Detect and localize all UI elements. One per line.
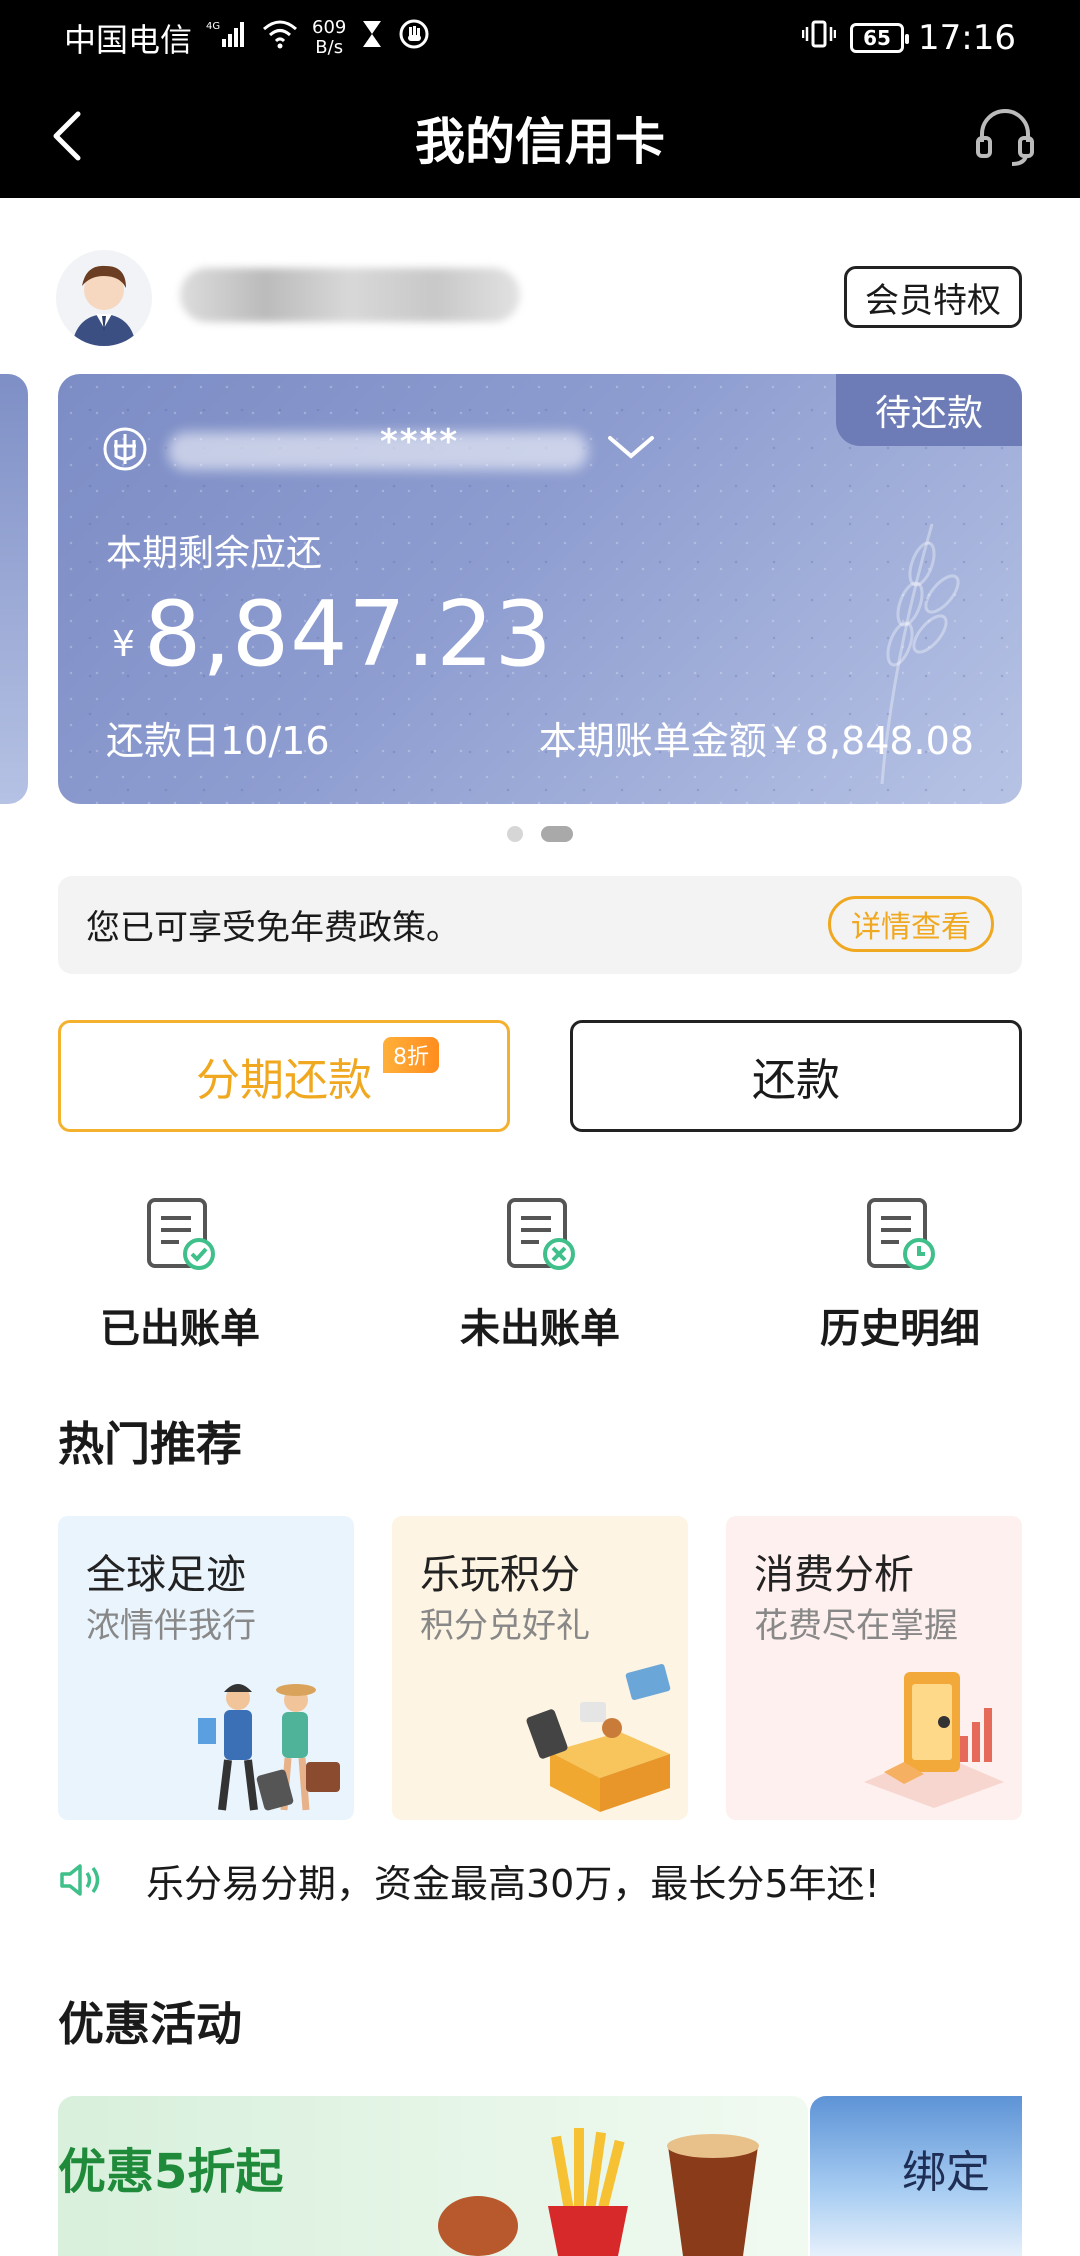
- hand-icon: [398, 18, 430, 58]
- due-date: 还款日10/16: [106, 719, 330, 763]
- banner-title: 优惠5折起: [58, 2144, 284, 2200]
- remaining-due-label: 本期剩余应还: [106, 533, 323, 574]
- carousel-dot: [507, 826, 523, 842]
- clock: 17:16: [918, 18, 1016, 58]
- ticker-text: 乐分易分期，资金最高30万，最长分5年还!: [146, 1861, 880, 1906]
- promo-title: 消费分析: [754, 1552, 914, 1598]
- previous-card-peek[interactable]: [0, 374, 28, 804]
- card-name-redacted: [168, 432, 588, 470]
- gift-box-illustration-icon: [526, 1663, 671, 1812]
- carousel-dot-active: [541, 826, 573, 842]
- promo-card-global-footprint[interactable]: 全球足迹 浓情伴我行: [58, 1516, 354, 1820]
- annual-fee-notice: 您已可享受免年费政策。 详情查看: [58, 876, 1022, 974]
- promo-card-points[interactable]: 乐玩积分 积分兑好礼: [392, 1516, 688, 1820]
- customer-service-button[interactable]: [970, 100, 1040, 170]
- bill-unissued-icon: [507, 1198, 575, 1270]
- banner-title: 绑定: [902, 2147, 990, 2198]
- promo-title: 乐玩积分: [420, 1552, 580, 1598]
- bill-issued-icon: [147, 1198, 215, 1270]
- battery-icon: 65: [850, 23, 910, 53]
- card-number-mask: ****: [380, 422, 460, 462]
- food-illustration-icon: [438, 2128, 759, 2256]
- top-bar: 中国电信 4G 609 B/s 65 17:16 我的信用卡: [0, 0, 1080, 198]
- repay-button[interactable]: 还款: [570, 1020, 1022, 1132]
- bank-logo-icon: [103, 427, 147, 471]
- notice-text: 您已可享受免年费政策。: [86, 908, 460, 948]
- card-status-tag: 待还款: [836, 374, 1022, 446]
- installment-repay-button[interactable]: 分期还款 8折: [58, 1020, 510, 1132]
- view-details-button[interactable]: 详情查看: [828, 896, 994, 952]
- carrier-name: 中国电信: [64, 21, 193, 59]
- net-speed-unit: B/s: [315, 37, 344, 58]
- quick-action-label: 已出账单: [100, 1306, 260, 1352]
- offers-title: 优惠活动: [58, 1997, 242, 2051]
- user-name-redacted: [180, 268, 520, 322]
- promo-subtitle: 浓情伴我行: [86, 1606, 256, 1646]
- hourglass-icon: [360, 19, 384, 57]
- offer-banner-food[interactable]: 优惠5折起: [58, 2096, 808, 2256]
- speaker-icon: [60, 1864, 100, 1896]
- analysis-illustration-icon: [864, 1672, 1004, 1808]
- wifi-icon: [262, 19, 298, 57]
- history-icon: [867, 1198, 935, 1270]
- carousel-indicator: [0, 826, 1080, 842]
- network-type: 4G: [206, 21, 220, 32]
- net-speed-value: 609: [312, 17, 347, 38]
- chevron-down-icon[interactable]: [606, 432, 656, 462]
- headset-icon: [976, 109, 1034, 166]
- status-bar-left: 中国电信 4G 609 B/s: [64, 16, 430, 60]
- statement-amount: 本期账单金额￥8,848.08: [538, 719, 974, 763]
- signal-icon: 4G: [206, 19, 248, 57]
- vibrate-icon: [801, 18, 837, 58]
- avatar[interactable]: [56, 250, 152, 346]
- vip-privilege-button[interactable]: 会员特权: [844, 266, 1022, 328]
- offer-banner-bind[interactable]: 绑定: [810, 2096, 1022, 2256]
- net-speed: 609 B/s: [312, 18, 346, 58]
- hot-recommend-title: 热门推荐: [58, 1417, 242, 1471]
- quick-action-label: 未出账单: [460, 1306, 620, 1352]
- promo-subtitle: 积分兑好礼: [420, 1606, 590, 1646]
- page-title: 我的信用卡: [415, 113, 665, 171]
- promo-card-spending-analysis[interactable]: 消费分析 花费尽在掌握: [726, 1516, 1022, 1820]
- quick-action-unissued-bill[interactable]: 未出账单: [390, 1196, 690, 1354]
- promo-subtitle: 花费尽在掌握: [754, 1606, 958, 1646]
- quick-action-label: 历史明细: [820, 1306, 980, 1352]
- currency-symbol: ¥: [112, 624, 135, 665]
- installment-label: 分期还款: [196, 1055, 372, 1106]
- credit-card[interactable]: 待还款 **** 本期剩余应还 ¥ 8,847.23 还款日10/16 本期账单…: [58, 374, 1022, 804]
- status-bar-right: 65 17:16: [801, 16, 1016, 60]
- travelers-illustration-icon: [198, 1684, 340, 1811]
- announcement-ticker[interactable]: 乐分易分期，资金最高30万，最长分5年还!: [58, 1852, 1022, 1908]
- promo-title: 全球足迹: [86, 1552, 246, 1598]
- remaining-amount: 8,847.23: [144, 582, 553, 687]
- quick-action-issued-bill[interactable]: 已出账单: [30, 1196, 330, 1354]
- quick-action-history[interactable]: 历史明细: [750, 1196, 1050, 1354]
- discount-badge: 8折: [383, 1037, 439, 1073]
